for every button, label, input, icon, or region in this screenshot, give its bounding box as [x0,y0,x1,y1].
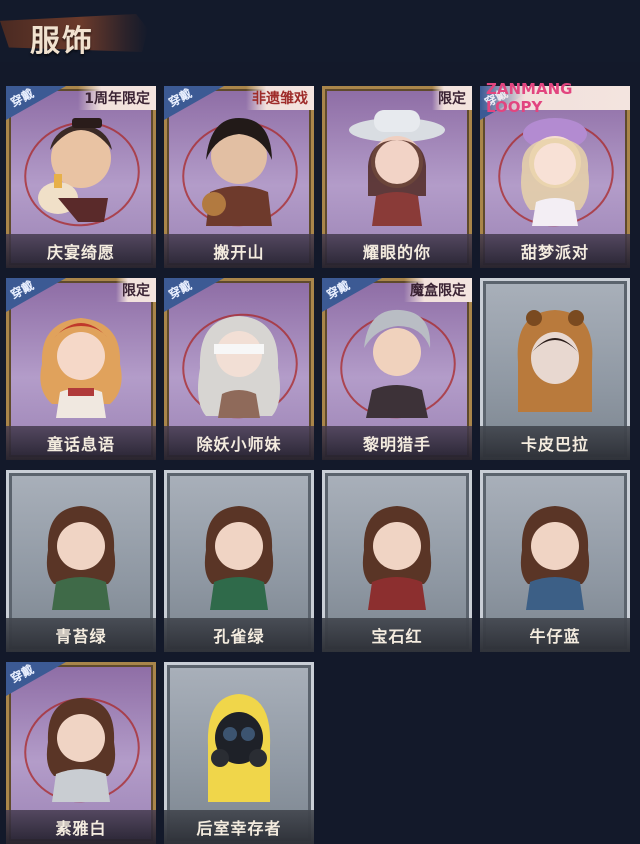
outfit-name: 宝石红 [371,627,423,646]
name-plate: 童话息语 [6,426,156,460]
character-portrait-icon [46,506,116,610]
limited-tag: 魔盒限定 [404,278,472,302]
character-portrait-icon [349,110,445,226]
outfit-name: 青苔绿 [55,627,107,646]
outfit-name: 童话息语 [46,435,115,454]
header: 服饰 [0,0,640,62]
outfit-name: 牛仔蓝 [529,627,581,646]
limited-tag: 限定 [116,278,156,302]
character-portrait-icon [521,118,589,226]
character-portrait-icon [38,118,112,222]
outfit-name: 甜梦派对 [520,243,589,262]
character-portrait-icon [517,310,593,412]
limited-tag: ZANMANG LOOPY [480,80,630,116]
character-portrait-icon [46,698,116,802]
name-plate: 除妖小师妹 [164,426,314,460]
outfit-card[interactable]: 耀眼的你 限定 [322,86,472,268]
outfit-name: 黎明猎手 [362,435,431,454]
outfit-name: 后室幸存者 [196,819,282,838]
outfit-name: 除妖小师妹 [196,435,282,454]
name-plate: 素雅白 [6,810,156,844]
outfit-name: 庆宴绮愿 [46,243,115,262]
name-plate: 卡皮巴拉 [480,426,630,460]
limited-tag: 限定 [432,86,472,110]
character-portrait-icon [207,694,271,802]
character-portrait-icon [204,506,274,610]
name-plate: 甜梦派对 [480,234,630,268]
limited-tag: 非遗雏戏 [246,86,314,110]
outfit-card[interactable]: 除妖小师妹 穿戴 [164,278,314,460]
character-portrait-icon [364,309,431,418]
limited-tag: 1周年限定 [78,86,156,110]
name-plate: 搬开山 [164,234,314,268]
name-plate: 庆宴绮愿 [6,234,156,268]
character-portrait-icon [362,506,432,610]
outfit-name: 卡皮巴拉 [520,435,589,454]
page-title: 服饰 [30,24,94,59]
outfit-card[interactable]: 甜梦派对 穿戴 ZANMANG LOOPY [480,80,630,268]
outfit-card[interactable]: 孔雀绿 [164,470,314,652]
outfit-card[interactable]: 牛仔蓝 [480,470,630,652]
outfit-card[interactable]: 宝石红 [322,470,472,652]
outfit-name: 素雅白 [55,819,107,838]
outfit-card[interactable]: 搬开山 穿戴 非遗雏戏 [164,86,314,268]
name-plate: 青苔绿 [6,618,156,652]
outfit-name: 耀眼的你 [362,243,431,262]
character-portrait-icon [198,316,280,418]
name-plate: 宝石红 [322,618,472,652]
outfit-card[interactable]: 卡皮巴拉 [480,278,630,460]
character-portrait-icon [202,118,272,226]
name-plate: 孔雀绿 [164,618,314,652]
outfit-card[interactable]: 素雅白 穿戴 [6,662,156,844]
outfit-card[interactable]: 童话息语 穿戴 限定 [6,278,156,460]
character-portrait-icon [40,318,122,418]
outfit-name: 搬开山 [213,243,265,262]
name-plate: 后室幸存者 [164,810,314,844]
outfit-card[interactable]: 青苔绿 [6,470,156,652]
name-plate: 牛仔蓝 [480,618,630,652]
name-plate: 黎明猎手 [322,426,472,460]
outfit-card[interactable]: 黎明猎手 穿戴 魔盒限定 [322,278,472,460]
outfit-card[interactable]: 后室幸存者 [164,662,314,844]
outfit-name: 孔雀绿 [213,627,265,646]
outfit-card[interactable]: 庆宴绮愿 穿戴 1周年限定 [6,86,156,268]
name-plate: 耀眼的你 [322,234,472,268]
character-portrait-icon [520,506,590,610]
